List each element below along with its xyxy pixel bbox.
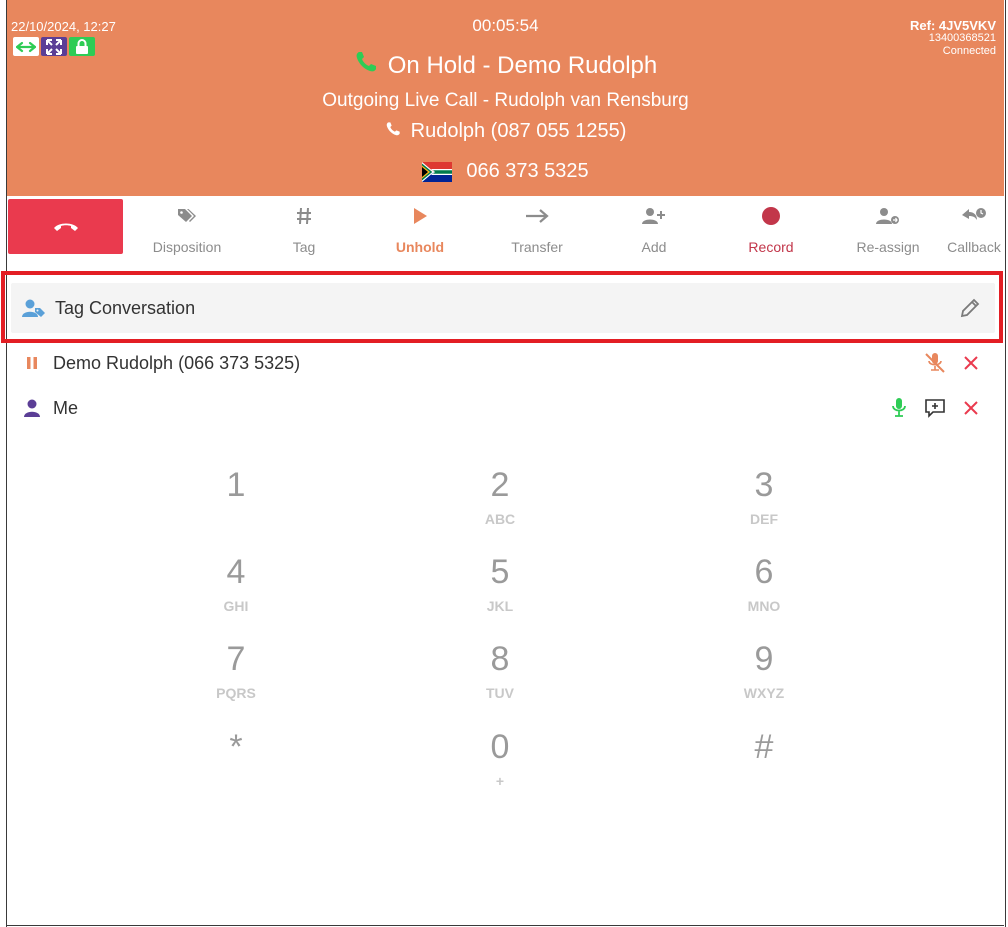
tag-label: Tag bbox=[292, 239, 316, 255]
participant-actions bbox=[922, 351, 984, 375]
user-reassign-icon bbox=[876, 205, 900, 227]
call-status-text: On Hold - Demo Rudolph bbox=[387, 51, 658, 79]
participant-actions bbox=[886, 396, 984, 420]
key-digit: 2 bbox=[490, 466, 510, 504]
callback-button[interactable]: Callback bbox=[919, 197, 1008, 263]
key-letters: ABC bbox=[484, 511, 516, 527]
key-digit: 3 bbox=[754, 466, 774, 504]
remove-participant-close-icon[interactable] bbox=[958, 351, 984, 375]
unhold-label: Unhold bbox=[395, 239, 445, 255]
call-header: 22/10/2024, 12:27 00:05:54 Ref: 4JV5VKV … bbox=[7, 0, 1004, 196]
keypad-key-3[interactable]: 3 DEF bbox=[704, 465, 824, 545]
key-digit: 4 bbox=[226, 553, 246, 591]
participant-row: Demo Rudolph (066 373 5325) bbox=[20, 347, 1000, 379]
tag-button[interactable]: Tag bbox=[249, 197, 359, 263]
edit-pencil-icon[interactable] bbox=[959, 297, 981, 319]
tags-icon bbox=[177, 205, 197, 227]
hash-icon bbox=[296, 205, 312, 227]
key-digit: 8 bbox=[490, 640, 510, 678]
record-dot-icon bbox=[761, 205, 781, 227]
key-letters: JKL bbox=[486, 598, 514, 614]
participant-row: Me bbox=[20, 392, 1000, 424]
keypad-key-2[interactable]: 2 ABC bbox=[440, 465, 560, 545]
key-digit: 0 bbox=[490, 728, 510, 766]
arrow-right-icon bbox=[525, 205, 549, 227]
transfer-button[interactable]: Transfer bbox=[482, 197, 592, 263]
reference-code: Ref: 4JV5VKV bbox=[910, 18, 996, 33]
mic-muted-icon[interactable] bbox=[922, 351, 948, 375]
dialed-number: 066 373 5325 bbox=[466, 160, 589, 182]
key-letters: TUV bbox=[486, 685, 514, 701]
callback-icon bbox=[961, 205, 987, 227]
key-digit: 1 bbox=[226, 466, 246, 504]
keypad-key-0[interactable]: 0 + bbox=[440, 727, 560, 807]
contact-text: Rudolph (087 055 1255) bbox=[410, 120, 627, 142]
contact-line: Rudolph (087 055 1255) bbox=[7, 120, 1004, 143]
tag-conversation-label: Tag Conversation bbox=[55, 297, 196, 318]
keypad-key-9[interactable]: 9 WXYZ bbox=[704, 639, 824, 719]
user-tag-icon bbox=[22, 298, 46, 318]
add-label: Add bbox=[641, 239, 667, 255]
keypad-key-4[interactable]: 4 GHI bbox=[176, 552, 296, 632]
frame-border-bottom bbox=[6, 925, 1004, 926]
key-letters: PQRS bbox=[216, 685, 256, 701]
record-label: Record bbox=[748, 239, 794, 255]
key-letters: + bbox=[495, 773, 505, 789]
key-letters: DEF bbox=[750, 511, 778, 527]
call-status-line: On Hold - Demo Rudolph bbox=[7, 50, 1004, 81]
call-toolbar: Disposition Tag Unhold Transfer Add Reco… bbox=[7, 197, 1004, 263]
keypad-key-5[interactable]: 5 JKL bbox=[440, 552, 560, 632]
remove-participant-close-icon[interactable] bbox=[958, 396, 984, 420]
record-button[interactable]: Record bbox=[716, 197, 826, 263]
key-letters: WXYZ bbox=[743, 685, 785, 701]
mic-active-icon[interactable] bbox=[886, 396, 912, 420]
hangup-button[interactable] bbox=[8, 199, 123, 254]
message-add-icon[interactable] bbox=[922, 396, 948, 420]
reassign-label: Re-assign bbox=[856, 239, 920, 255]
key-digit: # bbox=[754, 728, 774, 766]
callback-label: Callback bbox=[947, 239, 1001, 255]
disposition-label: Disposition bbox=[152, 239, 222, 255]
call-panel: 22/10/2024, 12:27 00:05:54 Ref: 4JV5VKV … bbox=[0, 0, 1008, 927]
keypad-key-6[interactable]: 6 MNO bbox=[704, 552, 824, 632]
add-button[interactable]: Add bbox=[599, 197, 709, 263]
call-timer: 00:05:54 bbox=[472, 16, 539, 35]
tag-conversation-row[interactable]: Tag Conversation bbox=[11, 283, 995, 333]
transfer-label: Transfer bbox=[511, 239, 563, 255]
phone-icon bbox=[354, 50, 378, 81]
key-digit: 5 bbox=[490, 553, 510, 591]
user-icon bbox=[20, 399, 44, 417]
south-africa-flag-icon bbox=[422, 161, 453, 182]
key-letters: MNO bbox=[747, 598, 781, 614]
phone-small-icon bbox=[385, 120, 401, 143]
keypad-key-hash[interactable]: # bbox=[704, 727, 824, 807]
participant-name: Demo Rudolph (066 373 5325) bbox=[53, 352, 301, 373]
keypad-key-1[interactable]: 1 bbox=[176, 465, 296, 545]
key-letters: GHI bbox=[223, 598, 249, 614]
call-type: Outgoing Live Call - Rudolph van Rensbur… bbox=[322, 90, 689, 111]
participant-name: Me bbox=[53, 397, 79, 418]
reference-number: 13400368521 bbox=[928, 32, 996, 44]
key-digit: * bbox=[229, 728, 243, 766]
keypad-key-8[interactable]: 8 TUV bbox=[440, 639, 560, 719]
frame-border-right bbox=[1005, 0, 1006, 927]
keypad-key-7[interactable]: 7 PQRS bbox=[176, 639, 296, 719]
disposition-button[interactable]: Disposition bbox=[132, 197, 242, 263]
key-digit: 9 bbox=[754, 640, 774, 678]
key-digit: 6 bbox=[754, 553, 774, 591]
play-icon bbox=[412, 205, 428, 227]
unhold-button[interactable]: Unhold bbox=[365, 197, 475, 263]
hangup-icon bbox=[53, 223, 78, 231]
key-digit: 7 bbox=[226, 640, 246, 678]
keypad-key-star[interactable]: * bbox=[176, 727, 296, 807]
dialed-number-line: 066 373 5325 bbox=[7, 160, 1004, 183]
pause-icon bbox=[20, 356, 44, 370]
user-plus-icon bbox=[642, 205, 666, 227]
